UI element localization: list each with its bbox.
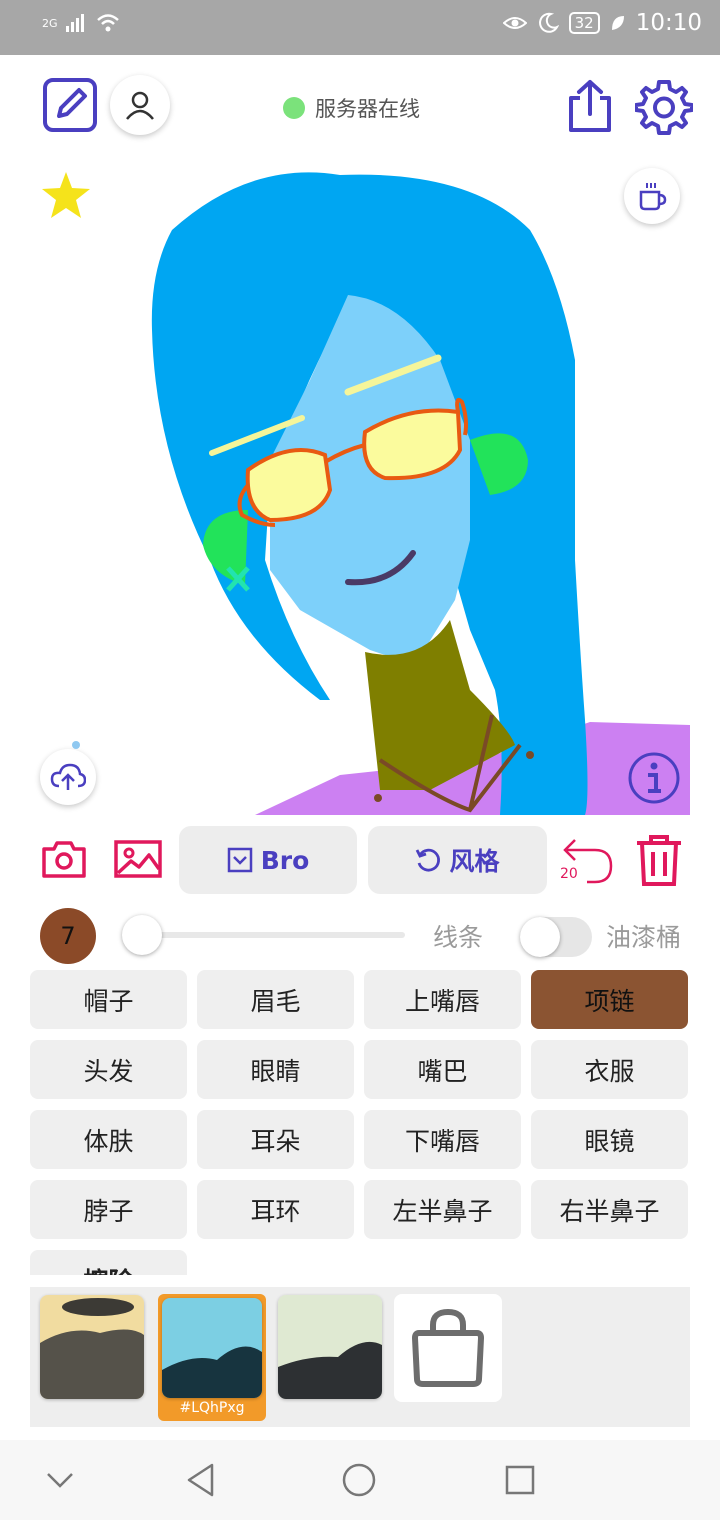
status-right: 32 10:10 [502, 10, 702, 36]
recents-square-icon [505, 1465, 535, 1495]
part-button-clothes[interactable]: 衣服 [531, 1040, 688, 1099]
brush-size-badge[interactable]: 7 [40, 908, 96, 964]
delete-button[interactable] [632, 832, 686, 888]
image-icon [114, 840, 162, 878]
style-thumbnail[interactable] [278, 1295, 382, 1399]
network-type: 2G [42, 16, 58, 30]
style-thumbnail[interactable] [40, 1295, 144, 1399]
part-selector: 帽子 眉毛 上嘴唇 项链 头发 眼睛 嘴巴 衣服 体肤 耳朵 下嘴唇 眼镜 脖子… [30, 970, 690, 1275]
action-row: Bro 风格 20 [0, 820, 720, 900]
style-tray: #LQhPxg [30, 1287, 690, 1427]
line-tools-row: 7 线条 油漆桶 [0, 905, 720, 967]
moon-icon [538, 12, 559, 33]
part-button-hat[interactable]: 帽子 [30, 970, 187, 1029]
share-icon [569, 80, 611, 132]
cloud-upload-icon [50, 763, 86, 790]
part-button-hair[interactable]: 头发 [30, 1040, 187, 1099]
bro-label: Bro [260, 845, 310, 875]
bucket-label: 油漆桶 [606, 923, 682, 952]
share-button[interactable] [562, 77, 618, 135]
selected-style-tag: #LQhPxg [179, 1400, 245, 1416]
collapse-button[interactable] [44, 1465, 76, 1495]
line-label: 线条 [433, 923, 484, 952]
user-icon [126, 91, 154, 120]
battery-level: 32 [568, 12, 600, 34]
cloud-upload-button[interactable] [40, 749, 96, 805]
server-status-label: 服务器在线 [315, 97, 420, 121]
style-label: 风格 [449, 847, 500, 876]
part-button-lower-lip[interactable]: 下嘴唇 [364, 1110, 521, 1169]
recents-button[interactable] [503, 1463, 537, 1497]
drawing-canvas[interactable] [0, 160, 720, 815]
leaf-icon [611, 16, 624, 30]
edit-icon [43, 78, 97, 132]
part-button-upper-lip[interactable]: 上嘴唇 [364, 970, 521, 1029]
style-button[interactable]: 风格 [368, 826, 547, 894]
shop-button[interactable] [394, 1294, 502, 1402]
part-button-right-nose[interactable]: 右半鼻子 [531, 1180, 688, 1239]
upload-indicator-dot [72, 741, 80, 749]
part-button-ears[interactable]: 耳朵 [197, 1110, 354, 1169]
profile-button[interactable] [110, 75, 170, 135]
bro-button[interactable]: Bro [179, 826, 357, 894]
eye-icon [502, 17, 527, 29]
part-button-mouth[interactable]: 嘴巴 [364, 1040, 521, 1099]
online-dot-icon [283, 97, 305, 119]
gallery-button[interactable] [112, 837, 164, 881]
wifi-icon [96, 14, 119, 32]
edit-button[interactable] [40, 75, 100, 135]
gear-icon [635, 80, 693, 135]
info-button[interactable] [626, 750, 682, 806]
home-circle-icon [342, 1463, 376, 1497]
part-grid: 帽子 眉毛 上嘴唇 项链 头发 眼睛 嘴巴 衣服 体肤 耳朵 下嘴唇 眼镜 脖子… [30, 970, 690, 1275]
system-nav-bar [0, 1440, 720, 1520]
status-left: 2G [42, 12, 120, 34]
undo-count: 20 [560, 866, 578, 882]
brush-size-slider-thumb[interactable] [122, 915, 162, 955]
back-triangle-icon [187, 1463, 214, 1497]
part-button-earrings[interactable]: 耳环 [197, 1180, 354, 1239]
settings-button[interactable] [634, 77, 694, 137]
part-button-skin[interactable]: 体肤 [30, 1110, 187, 1169]
back-button[interactable] [184, 1462, 218, 1498]
favorite-button[interactable] [40, 170, 92, 220]
part-button-eyes[interactable]: 眼睛 [197, 1040, 354, 1099]
trash-icon [637, 835, 681, 886]
star-icon [42, 172, 90, 218]
refresh-icon [416, 848, 441, 872]
part-button-left-nose[interactable]: 左半鼻子 [364, 1180, 521, 1239]
brush-size-slider[interactable] [142, 932, 405, 938]
part-button-neck[interactable]: 脖子 [30, 1180, 187, 1239]
camera-button[interactable] [40, 837, 88, 881]
signal-icon [65, 14, 84, 32]
home-button[interactable] [341, 1462, 377, 1498]
top-toolbar: 服务器在线 [0, 55, 720, 160]
status-bar: 2G 32 10:10 [0, 0, 720, 55]
part-button-eyebrows[interactable]: 眉毛 [197, 970, 354, 1029]
coffee-icon [639, 183, 667, 211]
style-thumbnail-selected[interactable] [162, 1298, 262, 1398]
clock: 10:10 [635, 10, 702, 36]
part-button-necklace[interactable]: 项链 [531, 970, 688, 1029]
shopping-bag-icon [411, 1309, 485, 1387]
back-chevron-icon [47, 1473, 73, 1488]
server-status: 服务器在线 [283, 93, 420, 123]
part-button-glasses[interactable]: 眼镜 [531, 1110, 688, 1169]
camera-icon [42, 841, 86, 878]
coffee-button[interactable] [624, 168, 680, 224]
part-button-erase[interactable]: 擦除 [30, 1250, 187, 1275]
select-box-icon [227, 847, 252, 873]
info-icon [628, 752, 680, 804]
bucket-toggle-thumb[interactable] [520, 917, 560, 957]
portrait-drawing[interactable] [0, 160, 720, 815]
